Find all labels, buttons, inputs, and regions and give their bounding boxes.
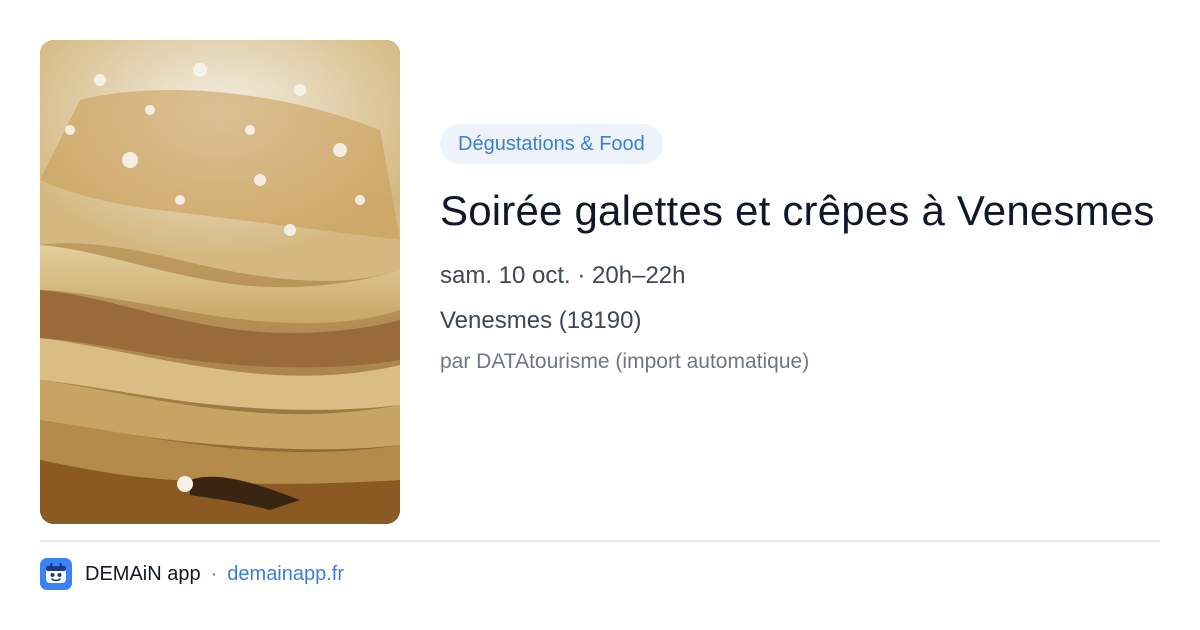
event-info: Dégustations & Food Soirée galettes et c… xyxy=(440,124,1160,376)
event-source: par DATAtourisme (import automatique) xyxy=(440,350,810,373)
demain-app-icon xyxy=(40,558,72,590)
footer-separator: · xyxy=(210,562,218,585)
site-link[interactable]: demainapp.fr xyxy=(227,563,344,586)
crepes-photo-icon xyxy=(40,40,400,524)
event-title: Soirée galettes et crêpes à Venesmes xyxy=(440,187,1155,234)
event-location: Venesmes (18190) xyxy=(440,307,642,334)
event-datetime: sam. 10 oct. · 20h–22h xyxy=(440,262,686,289)
divider xyxy=(40,540,1160,542)
brand-name: DEMAiN app xyxy=(85,562,201,585)
category-badge[interactable]: Dégustations & Food xyxy=(440,124,663,164)
event-share-card: Dégustations & Food Soirée galettes et c… xyxy=(0,0,1200,630)
event-photo xyxy=(40,40,400,524)
footer: DEMAiN app · demainapp.fr xyxy=(40,558,344,590)
